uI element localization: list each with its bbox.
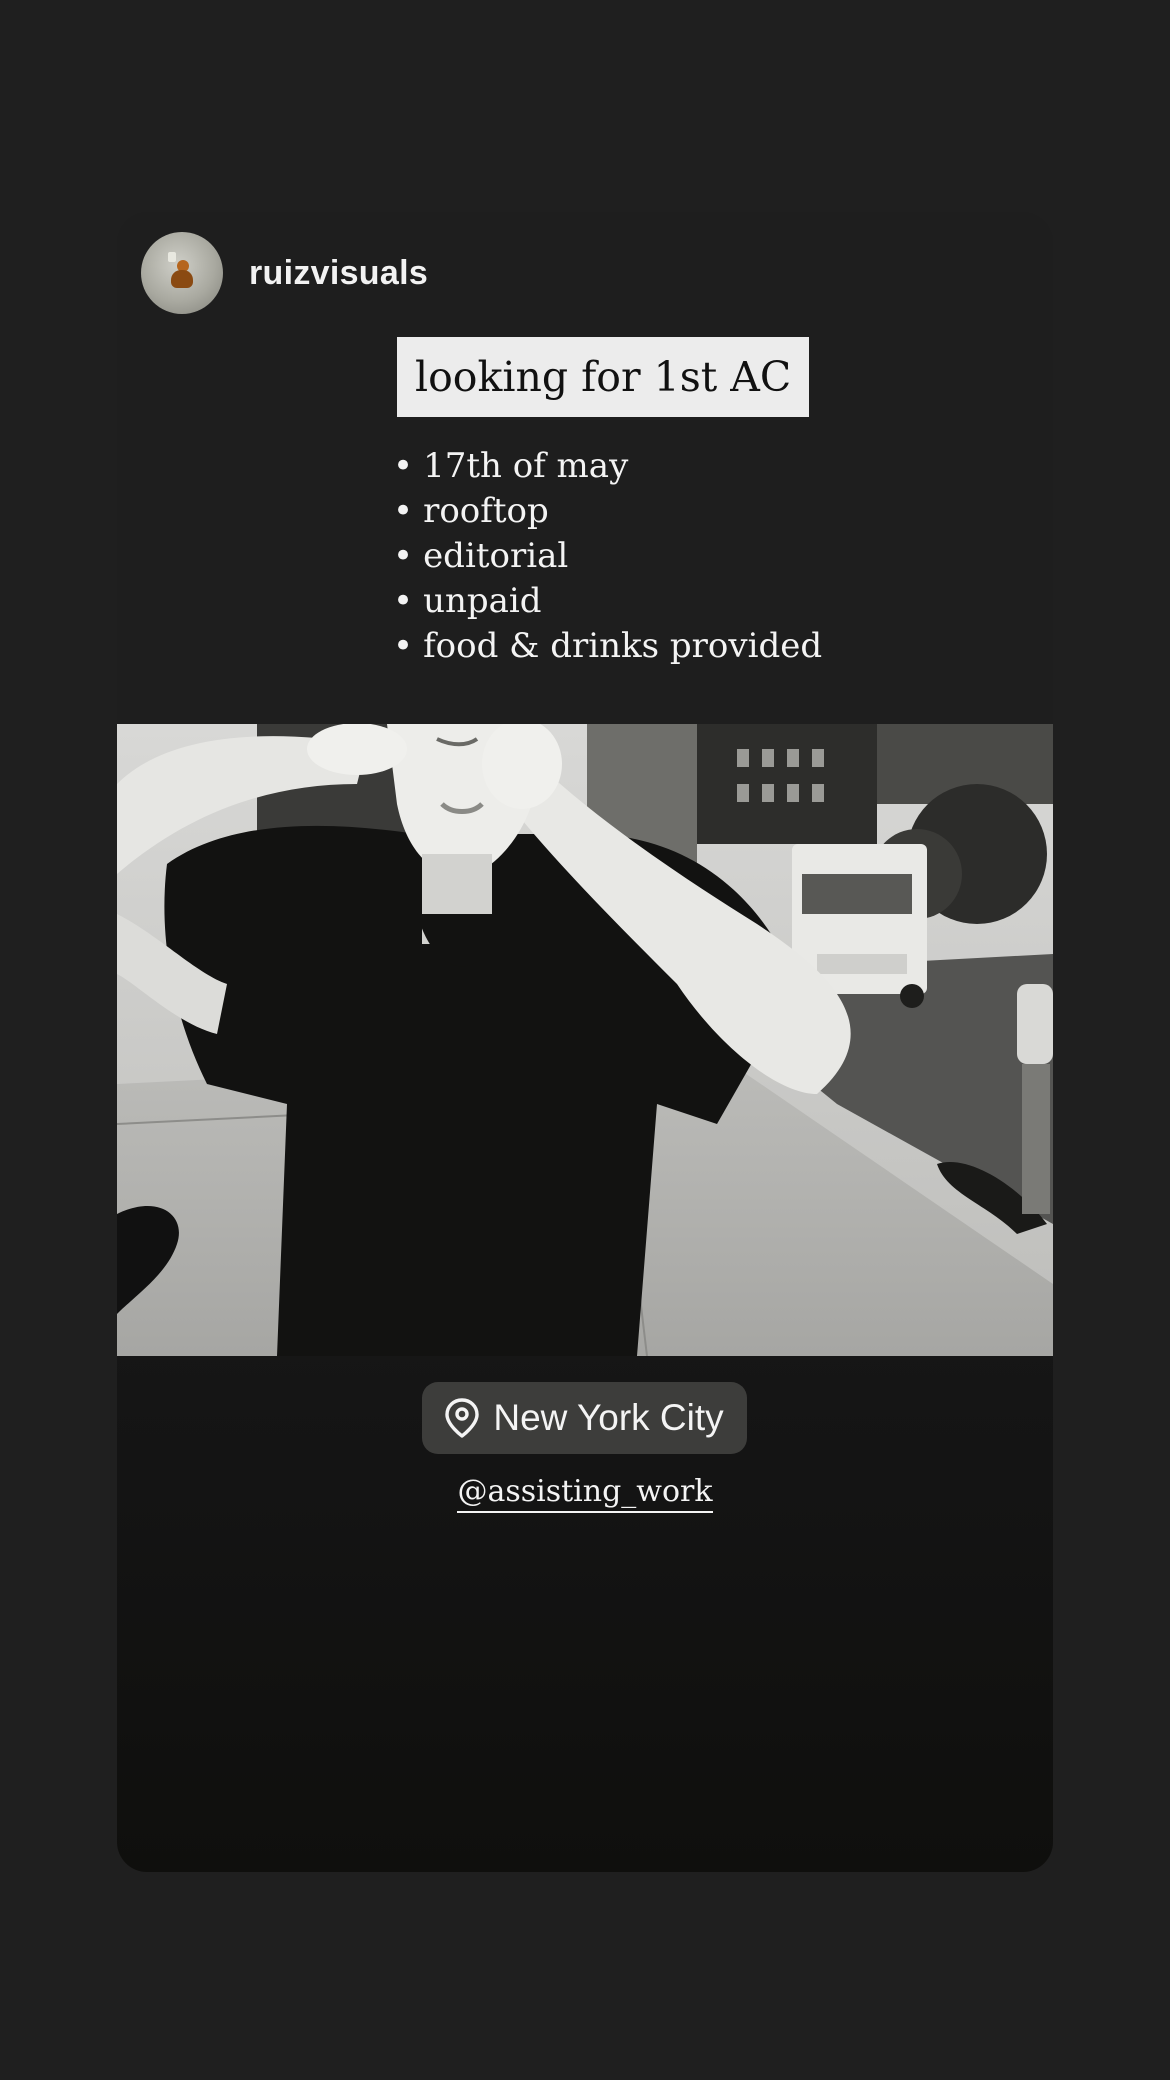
list-item: • food & drinks provided [393, 624, 822, 669]
story-card: ruizvisuals looking for 1st AC • 17th of … [117, 212, 1053, 1872]
list-item-text: food & drinks provided [423, 626, 823, 666]
mention-row: @assisting_work [117, 1474, 1053, 1513]
story-photo [117, 724, 1053, 1356]
list-item: • editorial [393, 534, 822, 579]
location-sticker[interactable]: New York City [422, 1382, 747, 1454]
bullet-dot: • [393, 626, 414, 666]
details-list: • 17th of may • rooftop • editorial • unpaid… [393, 444, 822, 669]
list-item: • unpaid [393, 579, 822, 624]
location-pin-icon [445, 1398, 480, 1438]
username[interactable]: ruizvisuals [249, 254, 428, 293]
location-label: New York City [493, 1397, 724, 1438]
bullet-dot: • [393, 446, 414, 486]
list-item-text: 17th of may [423, 446, 629, 486]
avatar-cup-shape [168, 252, 176, 262]
mention-link[interactable]: @assisting_work [457, 1474, 713, 1513]
title-text: looking for 1st AC [415, 353, 792, 401]
bullet-dot: • [393, 581, 414, 621]
list-item-text: editorial [423, 536, 569, 576]
story-header: ruizvisuals [141, 230, 428, 316]
avatar[interactable] [141, 232, 223, 314]
list-item-text: rooftop [423, 491, 549, 531]
list-item-text: unpaid [423, 581, 542, 621]
bullet-dot: • [393, 536, 414, 576]
title-sticker: looking for 1st AC [397, 337, 810, 417]
list-item: • rooftop [393, 489, 822, 534]
list-item: • 17th of may [393, 444, 822, 489]
street-photo-illustration [117, 724, 1053, 1356]
bullet-dot: • [393, 491, 414, 531]
avatar-figure-body [171, 270, 193, 288]
